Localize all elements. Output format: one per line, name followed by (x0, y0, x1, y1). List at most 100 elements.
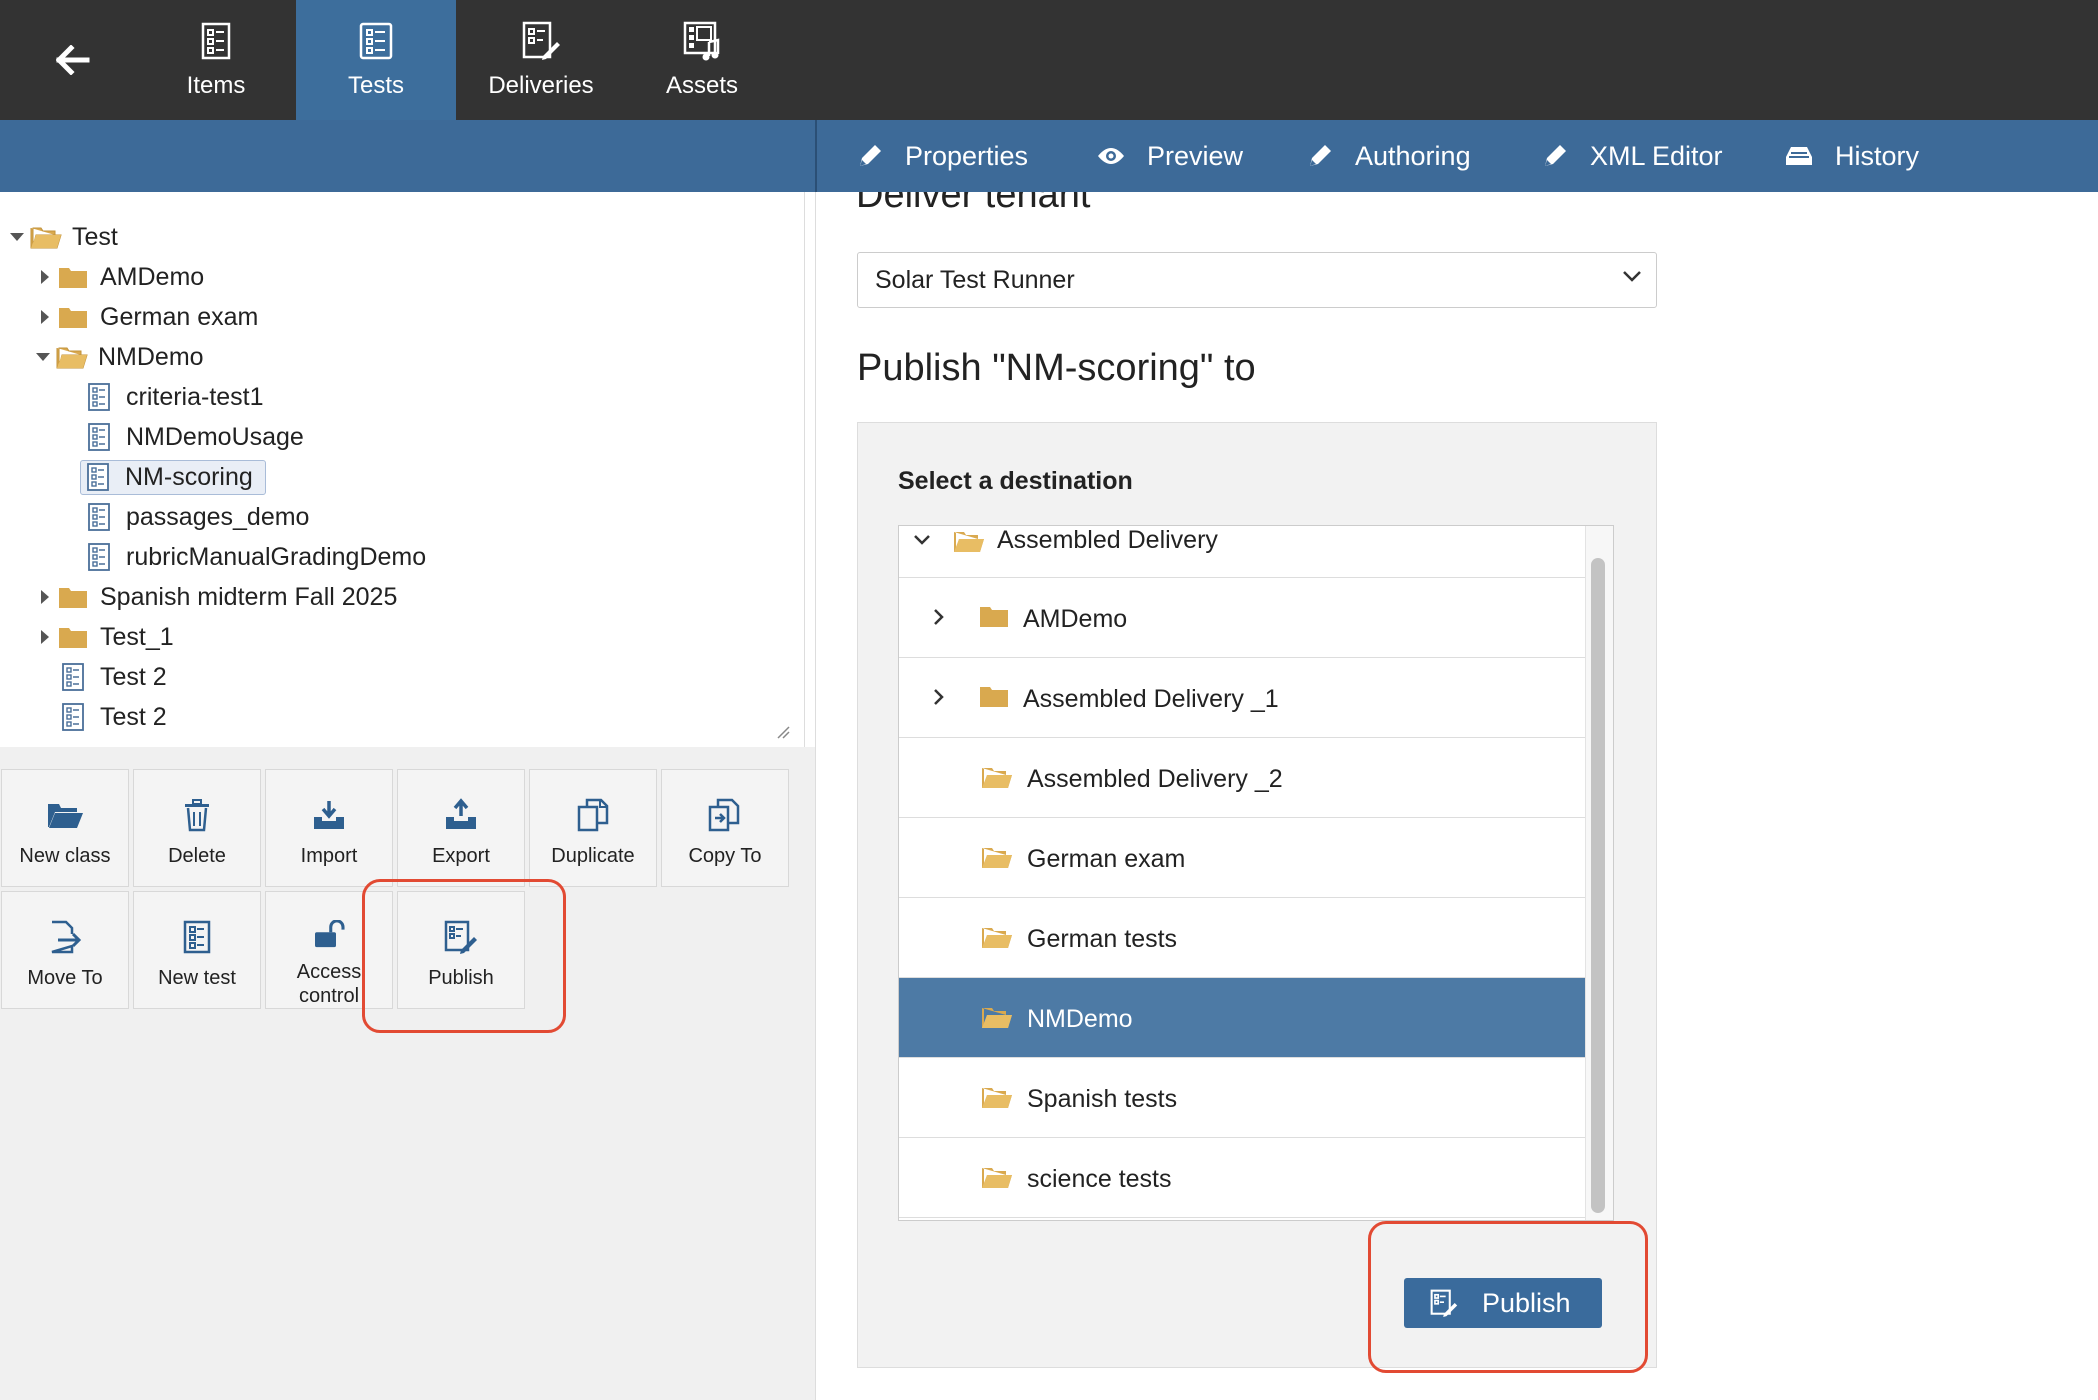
history-icon (1785, 145, 1813, 167)
destination-item-assembled-delivery[interactable]: Assembled Delivery (899, 526, 1587, 578)
eye-icon (1097, 146, 1125, 166)
caret-right-icon[interactable] (32, 269, 58, 285)
tree-item-criteria-test1[interactable]: criteria-test1 (88, 377, 264, 417)
tree-item-test-1[interactable]: Test_1 (32, 617, 174, 657)
destination-item-assembled-delivery-1[interactable]: Assembled Delivery _1 (899, 658, 1587, 738)
destination-item-amdemo[interactable]: AMDemo (899, 578, 1587, 658)
test-icon (88, 503, 118, 531)
unlock-icon (315, 920, 345, 948)
caret-right-icon[interactable] (32, 589, 58, 605)
tree-header (0, 120, 815, 192)
tab-xml-editor[interactable]: XML Editor (1542, 120, 1723, 192)
chevron-down-icon[interactable] (913, 534, 931, 546)
tab-preview[interactable]: Preview (1097, 120, 1243, 192)
delete-button[interactable]: Delete (133, 769, 261, 887)
folder-open-icon (56, 344, 90, 370)
tree-item-test[interactable]: Test (4, 217, 118, 257)
copy-to-button[interactable]: Copy To (661, 769, 789, 887)
new-class-button[interactable]: New class (1, 769, 129, 887)
tree-item-amdemo[interactable]: AMDemo (32, 257, 204, 297)
export-button[interactable]: Export (397, 769, 525, 887)
tab-deliveries[interactable]: Deliveries (476, 0, 606, 120)
tree-item-label: NMDemo (98, 342, 204, 371)
tab-assets[interactable]: Assets (652, 0, 752, 120)
tab-properties-label: Properties (905, 140, 1029, 171)
move-to-button[interactable]: Move To (1, 891, 129, 1009)
caret-right-icon[interactable] (32, 309, 58, 325)
tree-item-label: German exam (100, 302, 259, 331)
test-icon (88, 423, 118, 451)
tree-item-label: Test 2 (100, 702, 167, 731)
duplicate-label: Duplicate (551, 845, 635, 867)
tree-item-test-2[interactable]: Test 2 (62, 657, 167, 697)
duplicate-button[interactable]: Duplicate (529, 769, 657, 887)
tenant-select[interactable]: Solar Test Runner (857, 252, 1657, 308)
chevron-right-icon[interactable] (933, 688, 945, 706)
export-icon (446, 798, 476, 829)
new-test-button[interactable]: New test (133, 891, 261, 1009)
tree-item-label: Spanish midterm Fall 2025 (100, 582, 398, 611)
scrollbar[interactable] (1585, 526, 1613, 1220)
tab-tests[interactable]: Tests (296, 0, 456, 120)
arrow-left-icon (56, 45, 90, 75)
resource-tabs: Properties Preview Authoring XML Editor … (815, 120, 2098, 192)
chevron-right-icon[interactable] (933, 608, 945, 626)
folder-icon (58, 265, 92, 289)
tab-history[interactable]: History (1785, 120, 1919, 192)
tree-item-label: Test_1 (100, 622, 174, 651)
folder-icon (58, 625, 92, 649)
import-button[interactable]: Import (265, 769, 393, 887)
destination-label: NMDemo (1027, 1005, 1133, 1033)
caret-right-icon[interactable] (32, 629, 58, 645)
pencil-icon (857, 143, 883, 169)
folder-open-icon (981, 1004, 1013, 1030)
caret-down-icon[interactable] (4, 232, 30, 242)
copy-to-icon (708, 798, 740, 832)
destination-label: German tests (1027, 925, 1178, 953)
destination-box: Select a destination Assembled Delivery … (857, 422, 1657, 1373)
items-icon (201, 22, 231, 60)
destination-item-nmdemo[interactable]: NMDemo (899, 978, 1587, 1058)
test-icon (88, 543, 118, 571)
test-icon (62, 663, 92, 691)
tree-item-label: NMDemoUsage (126, 422, 304, 451)
folder-open-icon (981, 764, 1013, 790)
tab-history-label: History (1835, 140, 1920, 171)
tree-item-label: AMDemo (100, 262, 205, 291)
new-class-label: New class (19, 845, 111, 867)
destination-item-assembled-delivery-2[interactable]: Assembled Delivery _2 (899, 738, 1587, 818)
action-toolbar: New class Delete Import Export Duplicate… (0, 747, 815, 1400)
tree-item-nmdemo[interactable]: NMDemo (30, 337, 204, 377)
tenant-select-value: Solar Test Runner (875, 265, 1075, 294)
tree-item-german-exam[interactable]: German exam (32, 297, 258, 337)
test-icon (62, 703, 92, 731)
destination-label: German exam (1027, 845, 1186, 873)
tree-item-test-2[interactable]: Test 2 (62, 697, 167, 737)
tab-authoring[interactable]: Authoring (1307, 120, 1471, 192)
tree-item-label: Test (72, 222, 118, 251)
scrollbar-thumb[interactable] (1591, 558, 1605, 1213)
tab-items[interactable]: Items (166, 0, 266, 120)
back-button[interactable] (40, 30, 106, 90)
destination-item-science-tests[interactable]: science tests (899, 1138, 1587, 1218)
tree-item-nm-scoring[interactable]: NM-scoring (80, 457, 266, 497)
publish-heading: Publish "NM-scoring" to (857, 347, 1256, 389)
resize-grip-icon[interactable] (776, 725, 790, 739)
folder-icon (58, 305, 92, 329)
publish-action-highlight (362, 879, 566, 1033)
destination-label: Assembled Delivery _2 (1027, 765, 1283, 793)
caret-down-icon[interactable] (30, 352, 56, 362)
tab-properties[interactable]: Properties (857, 120, 1028, 192)
destination-item-german-tests[interactable]: German tests (899, 898, 1587, 978)
destination-item-spanish-tests[interactable]: Spanish tests (899, 1058, 1587, 1138)
tree-item-nmdemousage[interactable]: NMDemoUsage (88, 417, 304, 457)
tree-item-spanish-midterm[interactable]: Spanish midterm Fall 2025 (32, 577, 397, 617)
tree-item-rubric-manual-grading-demo[interactable]: rubricManualGradingDemo (88, 537, 426, 577)
tree-item-passages-demo[interactable]: passages_demo (88, 497, 309, 537)
deliveries-icon (522, 21, 560, 60)
destination-label: science tests (1027, 1165, 1172, 1193)
destination-item-german-exam[interactable]: German exam (899, 818, 1587, 898)
tree-item-label: NM-scoring (125, 462, 253, 491)
test-icon (88, 383, 118, 411)
folder-icon (979, 684, 1009, 708)
